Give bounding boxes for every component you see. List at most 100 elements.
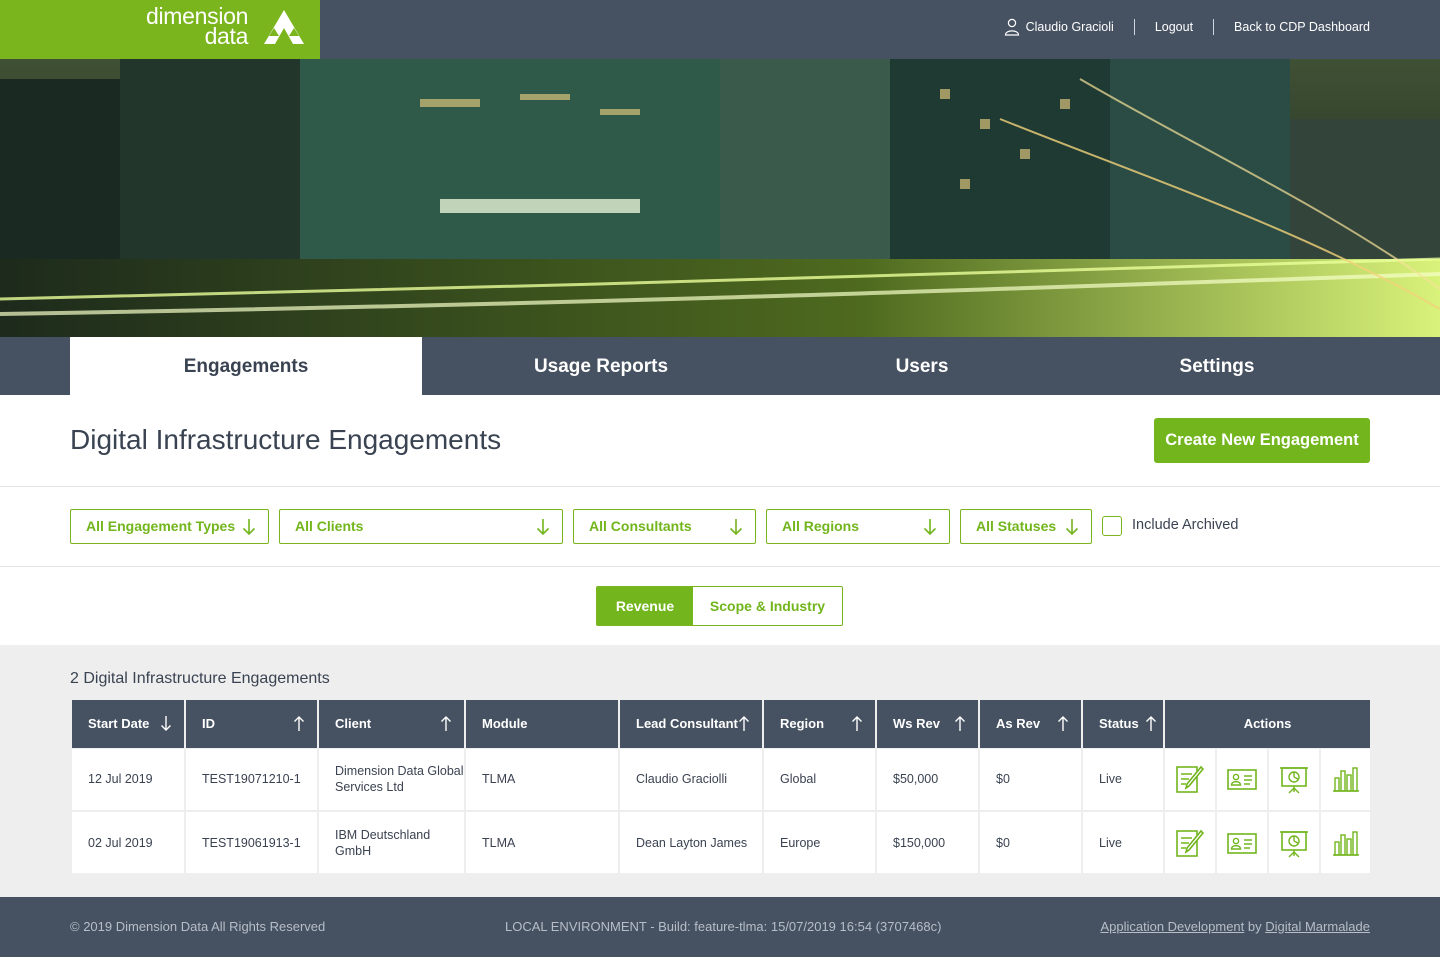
logout-link[interactable]: Logout [1133, 19, 1213, 35]
arrow-up-icon [852, 716, 862, 731]
column-region[interactable]: Region [762, 700, 877, 748]
report-action[interactable] [1318, 810, 1373, 875]
region-filter-label: All Regions [782, 518, 860, 534]
column-status[interactable]: Status [1081, 700, 1165, 748]
engagements-table: Start Date ID Client Module Lead Consult… [70, 700, 1373, 875]
arrow-up-icon [1058, 716, 1068, 731]
back-to-dashboard-link[interactable]: Back to CDP Dashboard [1213, 19, 1370, 35]
cell-as-rev: $0 [978, 810, 1083, 875]
copyright-text: © 2019 Dimension Data All Rights Reserve… [70, 919, 326, 934]
table-header-row: Start Date ID Client Module Lead Consult… [70, 700, 1373, 748]
edit-icon [1176, 829, 1205, 857]
id-card-icon [1227, 769, 1257, 791]
column-start-date[interactable]: Start Date [70, 700, 186, 748]
arrow-up-icon [739, 716, 749, 731]
cell-status: Live [1081, 810, 1165, 875]
arrow-up-icon [441, 716, 451, 731]
column-ws-rev[interactable]: Ws Rev [875, 700, 980, 748]
include-archived-checkbox[interactable] [1102, 516, 1122, 536]
divider [0, 486, 1440, 487]
divider [0, 566, 1440, 567]
cell-region: Global [762, 747, 877, 812]
page-title: Digital Infrastructure Engagements [70, 424, 502, 455]
user-nav: Claudio Gracioli Logout Back to CDP Dash… [1004, 18, 1370, 36]
client-filter[interactable]: All Clients [279, 509, 563, 544]
status-filter-label: All Statuses [976, 518, 1057, 534]
column-module[interactable]: Module [464, 700, 620, 748]
main-tabs: Engagements Usage Reports Users Settings [0, 337, 1440, 395]
column-id[interactable]: ID [184, 700, 319, 748]
city-skyline-illustration [0, 59, 1440, 337]
arrow-up-icon [294, 716, 304, 731]
hero-banner-image [0, 59, 1440, 337]
user-name-link[interactable]: Claudio Gracioli [1020, 19, 1134, 35]
cell-client: Dimension Data Global Services Ltd [317, 747, 466, 812]
arrow-down-icon [161, 716, 171, 731]
cell-module: TLMA [464, 810, 620, 875]
scope-industry-toggle-button[interactable]: Scope & Industry [693, 587, 842, 625]
presentation-action[interactable] [1267, 810, 1321, 875]
consultant-filter-label: All Consultants [589, 518, 692, 534]
column-lead-consultant[interactable]: Lead Consultant [618, 700, 764, 748]
cell-id: TEST19071210-1 [184, 747, 319, 812]
details-action[interactable] [1215, 810, 1269, 875]
region-filter[interactable]: All Regions [766, 509, 950, 544]
user-icon [1004, 18, 1019, 36]
tab-settings[interactable]: Settings [1120, 337, 1314, 395]
tab-engagements[interactable]: Engagements [70, 337, 422, 395]
engagement-type-filter[interactable]: All Engagement Types [70, 509, 269, 544]
presentation-action[interactable] [1267, 747, 1321, 812]
consultant-filter[interactable]: All Consultants [573, 509, 756, 544]
create-engagement-button[interactable]: Create New Engagement [1154, 418, 1370, 463]
digital-marmalade-link[interactable]: Digital Marmalade [1265, 919, 1370, 934]
footer-credits: Application Development by Digital Marma… [1100, 919, 1370, 934]
report-action[interactable] [1318, 747, 1373, 812]
engagement-type-filter-label: All Engagement Types [86, 518, 236, 534]
edit-icon [1176, 766, 1205, 794]
cell-as-rev: $0 [978, 747, 1083, 812]
tab-usage-reports[interactable]: Usage Reports [460, 337, 742, 395]
id-card-icon [1227, 832, 1257, 854]
include-archived-label[interactable]: Include Archived [1132, 517, 1238, 533]
arrow-down-icon [923, 519, 937, 536]
app-development-link[interactable]: Application Development [1100, 919, 1244, 934]
arrow-down-icon [536, 519, 550, 536]
top-bar: dimension data Claudio Gracioli Logout B… [0, 0, 1440, 59]
bar-chart-icon [1332, 830, 1359, 856]
arrow-down-icon [1065, 519, 1079, 536]
table-row[interactable]: 12 Jul 2019 TEST19071210-1 Dimension Dat… [70, 747, 1373, 812]
edit-action[interactable] [1163, 747, 1217, 812]
table-row[interactable]: 02 Jul 2019 TEST19061913-1 IBM Deutschla… [70, 810, 1373, 875]
presentation-icon [1280, 830, 1308, 857]
tab-users[interactable]: Users [840, 337, 1004, 395]
client-filter-label: All Clients [295, 518, 364, 534]
edit-action[interactable] [1163, 810, 1217, 875]
column-client[interactable]: Client [317, 700, 466, 748]
footer: © 2019 Dimension Data All Rights Reserve… [0, 897, 1440, 957]
logo-triangle-icon [264, 10, 304, 44]
results-count: 2 Digital Infrastructure Engagements [70, 670, 330, 687]
arrow-down-icon [729, 519, 743, 536]
status-filter[interactable]: All Statuses [960, 509, 1092, 544]
revenue-toggle-button[interactable]: Revenue [597, 587, 693, 625]
credits-by: by [1244, 919, 1266, 934]
cell-region: Europe [762, 810, 877, 875]
build-info: LOCAL ENVIRONMENT - Build: feature-tlma:… [505, 919, 942, 934]
bar-chart-icon [1332, 767, 1359, 793]
cell-start-date: 02 Jul 2019 [70, 810, 186, 875]
arrow-up-icon [955, 716, 965, 731]
cell-start-date: 12 Jul 2019 [70, 747, 186, 812]
cell-client: IBM Deutschland GmbH [317, 810, 466, 875]
cell-ws-rev: $50,000 [875, 747, 980, 812]
column-actions: Actions [1162, 700, 1373, 748]
view-toggle: Revenue Scope & Industry [596, 586, 843, 626]
cell-lead-consultant: Dean Layton James [618, 810, 764, 875]
cell-id: TEST19061913-1 [184, 810, 319, 875]
presentation-icon [1280, 767, 1308, 794]
cell-ws-rev: $150,000 [875, 810, 980, 875]
cell-lead-consultant: Claudio Graciolli [618, 747, 764, 812]
brand-logo[interactable]: dimension data [0, 0, 320, 59]
details-action[interactable] [1215, 747, 1269, 812]
column-as-rev[interactable]: As Rev [978, 700, 1083, 748]
cell-module: TLMA [464, 747, 620, 812]
